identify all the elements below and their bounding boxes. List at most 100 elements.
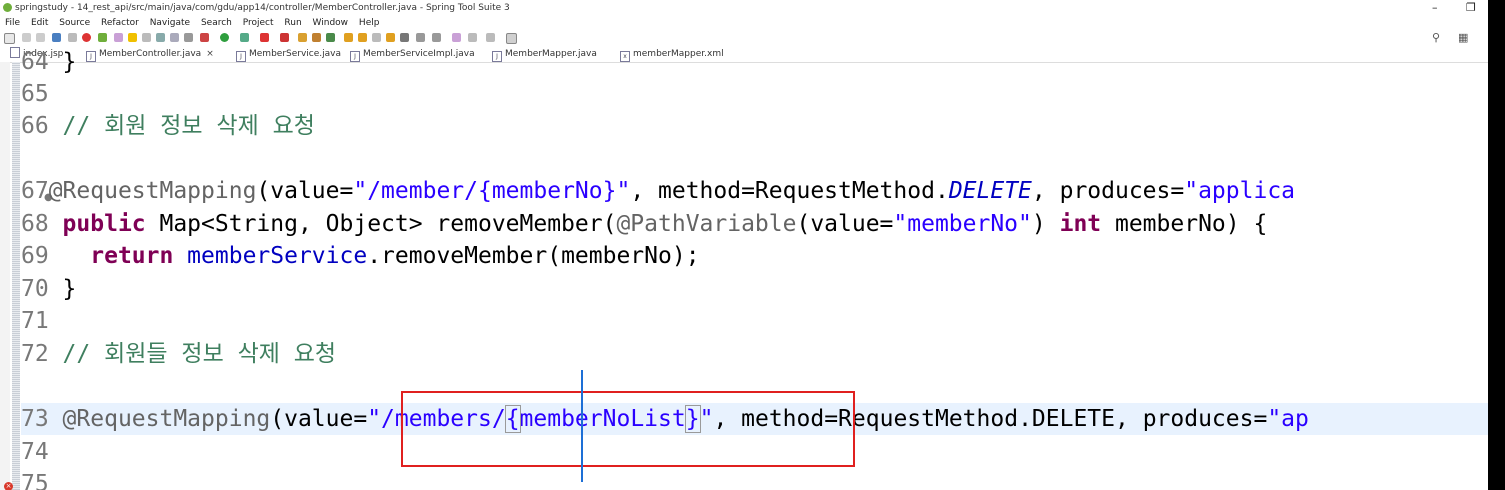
perspective-icon[interactable]: ▦ xyxy=(1458,31,1468,44)
tab-label: MemberMapper.java xyxy=(505,49,597,59)
line-number: 68 xyxy=(21,211,49,237)
menu-source[interactable]: Source xyxy=(59,18,90,28)
save-all-icon[interactable] xyxy=(36,33,45,42)
search-icon[interactable]: ⚲ xyxy=(1432,31,1440,44)
line-number: 66 xyxy=(21,113,49,139)
title-bar: springstudy - 14_rest_api/src/main/java/… xyxy=(0,0,1488,16)
toggle-mark-icon[interactable] xyxy=(68,33,77,42)
spring-boot-icon[interactable] xyxy=(98,33,107,42)
tab-member-mapper-xml[interactable]: x memberMapper.xml xyxy=(620,46,724,62)
line-number: 74 xyxy=(21,439,49,465)
tab-member-mapper[interactable]: J MemberMapper.java xyxy=(492,46,597,62)
open-type-icon[interactable] xyxy=(114,33,123,42)
code-line-65: 65 xyxy=(21,78,49,110)
last-edit-icon[interactable] xyxy=(452,33,461,42)
tab-label: MemberController.java xyxy=(99,49,202,59)
menu-edit[interactable]: Edit xyxy=(31,18,48,28)
tab-member-service[interactable]: J MemberService.java xyxy=(236,46,341,62)
string-literal: "applica xyxy=(1184,178,1296,204)
field-reference: memberService xyxy=(173,243,368,269)
debug-perspective-icon[interactable] xyxy=(400,33,409,42)
save-icon[interactable] xyxy=(22,33,31,42)
code-line-74: 74 xyxy=(21,436,49,468)
string-literal: "memberNo" xyxy=(893,211,1032,237)
annotation-icon[interactable] xyxy=(372,33,381,42)
menu-refactor[interactable]: Refactor xyxy=(101,18,139,28)
line-number: 67 xyxy=(21,178,49,204)
pin-editor-icon[interactable] xyxy=(506,33,517,44)
new-java-project-icon[interactable] xyxy=(298,33,307,42)
close-icon[interactable]: × xyxy=(206,49,214,59)
external-tools-icon[interactable] xyxy=(260,33,269,42)
debug-icon[interactable] xyxy=(200,33,209,42)
menu-search[interactable]: Search xyxy=(201,18,232,28)
spring-tool-suite-icon xyxy=(3,3,12,12)
xml-file-icon: x xyxy=(620,51,630,62)
toggle-breadcrumb-icon[interactable] xyxy=(156,33,165,42)
jsp-file-icon xyxy=(10,47,20,58)
word-wrap-icon[interactable] xyxy=(170,33,179,42)
code-text: (value= xyxy=(796,211,894,237)
code-text: } xyxy=(48,49,77,75)
enum-constant: DELETE xyxy=(948,178,1032,204)
new-file-icon[interactable] xyxy=(4,33,15,44)
line-number: 69 xyxy=(21,243,49,269)
new-package-icon[interactable] xyxy=(312,33,321,42)
code-text: .removeMember(memberNo); xyxy=(367,243,700,269)
menu-navigate[interactable]: Navigate xyxy=(150,18,190,28)
tab-member-controller[interactable]: J MemberController.java × xyxy=(86,46,220,62)
stop-icon[interactable] xyxy=(82,33,91,42)
keyword: return xyxy=(48,243,174,269)
code-text: (value= xyxy=(270,406,368,432)
menu-file[interactable]: File xyxy=(5,18,20,28)
search-toolbar-icon[interactable] xyxy=(142,33,151,42)
menu-run[interactable]: Run xyxy=(284,18,301,28)
minimize-button[interactable]: – xyxy=(1432,0,1438,16)
open-folder-icon[interactable] xyxy=(344,33,353,42)
code-line-72: 72 // 회원들 정보 삭제 요청 xyxy=(21,338,336,370)
code-comment: // 회원 정보 삭제 요청 xyxy=(48,113,315,139)
annotation: @RequestMapping xyxy=(48,178,257,204)
string-literal: "ap xyxy=(1267,406,1309,432)
next-annotation-icon[interactable] xyxy=(416,33,425,42)
open-task-icon[interactable] xyxy=(128,33,137,42)
code-text: } xyxy=(48,276,77,302)
code-text: ) xyxy=(1031,211,1060,237)
menu-window[interactable]: Window xyxy=(313,18,349,28)
console-icon[interactable] xyxy=(52,33,61,42)
screen-edge xyxy=(1488,0,1505,490)
open-resource-icon[interactable] xyxy=(358,33,367,42)
code-line-70: 70 } xyxy=(21,273,76,305)
tab-member-service-impl[interactable]: J MemberServiceImpl.java xyxy=(350,46,475,62)
line-number: 75 xyxy=(21,471,49,490)
java-interface-icon: J xyxy=(236,51,246,62)
java-file-icon: J xyxy=(350,51,360,62)
code-line-66: 66 // 회원 정보 삭제 요청 xyxy=(21,110,315,142)
line-number: 71 xyxy=(21,308,49,334)
java-interface-icon: J xyxy=(492,51,502,62)
string-literal: "/member/{memberNo}" xyxy=(353,178,631,204)
task-icon[interactable] xyxy=(386,33,395,42)
main-toolbar: ⚲ ▦ xyxy=(0,30,1488,46)
previous-annotation-icon[interactable] xyxy=(432,33,441,42)
tab-label: MemberServiceImpl.java xyxy=(363,49,475,59)
back-icon[interactable] xyxy=(468,33,477,42)
tab-label: memberMapper.xml xyxy=(633,49,724,59)
menu-bar: File Edit Source Refactor Navigate Searc… xyxy=(0,16,382,30)
show-whitespace-icon[interactable] xyxy=(184,33,193,42)
run-coverage-icon[interactable] xyxy=(240,33,249,42)
server-icon[interactable] xyxy=(280,33,289,42)
menu-project[interactable]: Project xyxy=(243,18,274,28)
tab-label: MemberService.java xyxy=(249,49,341,59)
menu-help[interactable]: Help xyxy=(359,18,380,28)
maximize-button[interactable]: ❐ xyxy=(1466,0,1476,16)
error-marker-icon[interactable]: × xyxy=(4,482,13,490)
run-icon[interactable] xyxy=(220,33,229,42)
new-class-icon[interactable] xyxy=(326,33,335,42)
code-comment: // 회원들 정보 삭제 요청 xyxy=(48,341,337,367)
code-line-69: 69 return memberService.removeMember(mem… xyxy=(21,240,700,272)
code-text: (value= xyxy=(256,178,354,204)
code-line-64: 64 } xyxy=(21,46,76,78)
forward-icon[interactable] xyxy=(486,33,495,42)
keyword: public xyxy=(48,211,146,237)
